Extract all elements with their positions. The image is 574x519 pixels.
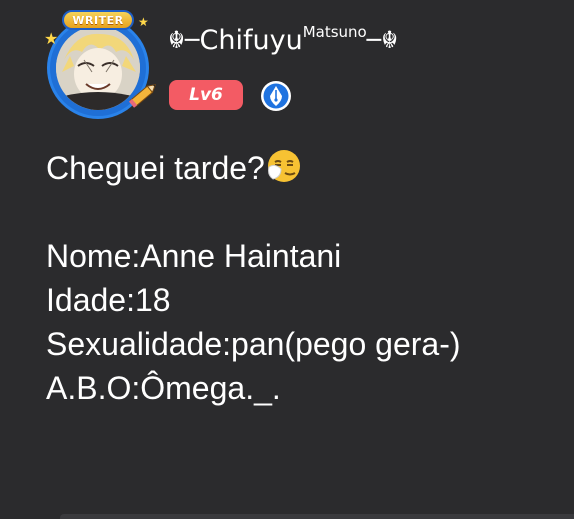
post-first-line: Cheguei tarde? (46, 150, 265, 186)
sneezing-face-icon (267, 150, 300, 182)
star-icon: ★ (44, 31, 59, 48)
post-line: Sexualidade:pan(pego gera-) (46, 326, 461, 362)
post-header: WRITER ★ ★ ☬─ Chifuyu Matsuno ─☬ Lv6 (38, 10, 574, 120)
username[interactable]: ☬─ Chifuyu Matsuno ─☬ (168, 20, 398, 60)
post-line: Nome:Anne Haintani (46, 238, 342, 274)
post-line: A.B.O:Ômega._. (46, 370, 281, 406)
post-line: Idade:18 (46, 282, 171, 318)
avatar[interactable]: WRITER ★ ★ (38, 10, 158, 120)
fountain-pen-icon[interactable] (260, 80, 292, 112)
writer-badge: WRITER (62, 10, 134, 30)
username-decoration-left: ☬─ (168, 26, 200, 54)
username-decoration-right: ─☬ (366, 26, 399, 54)
post-line: Cheguei tarde? (46, 146, 566, 190)
username-main: Chifuyu (199, 24, 303, 56)
level-badge[interactable]: Lv6 (169, 80, 243, 110)
post-body: Cheguei tarde? Nome:Anne Haintani Idade:… (46, 146, 566, 410)
pencil-icon (128, 84, 157, 108)
next-card-edge (60, 514, 574, 519)
username-superscript: Matsuno (302, 23, 367, 41)
star-icon: ★ (138, 15, 149, 29)
